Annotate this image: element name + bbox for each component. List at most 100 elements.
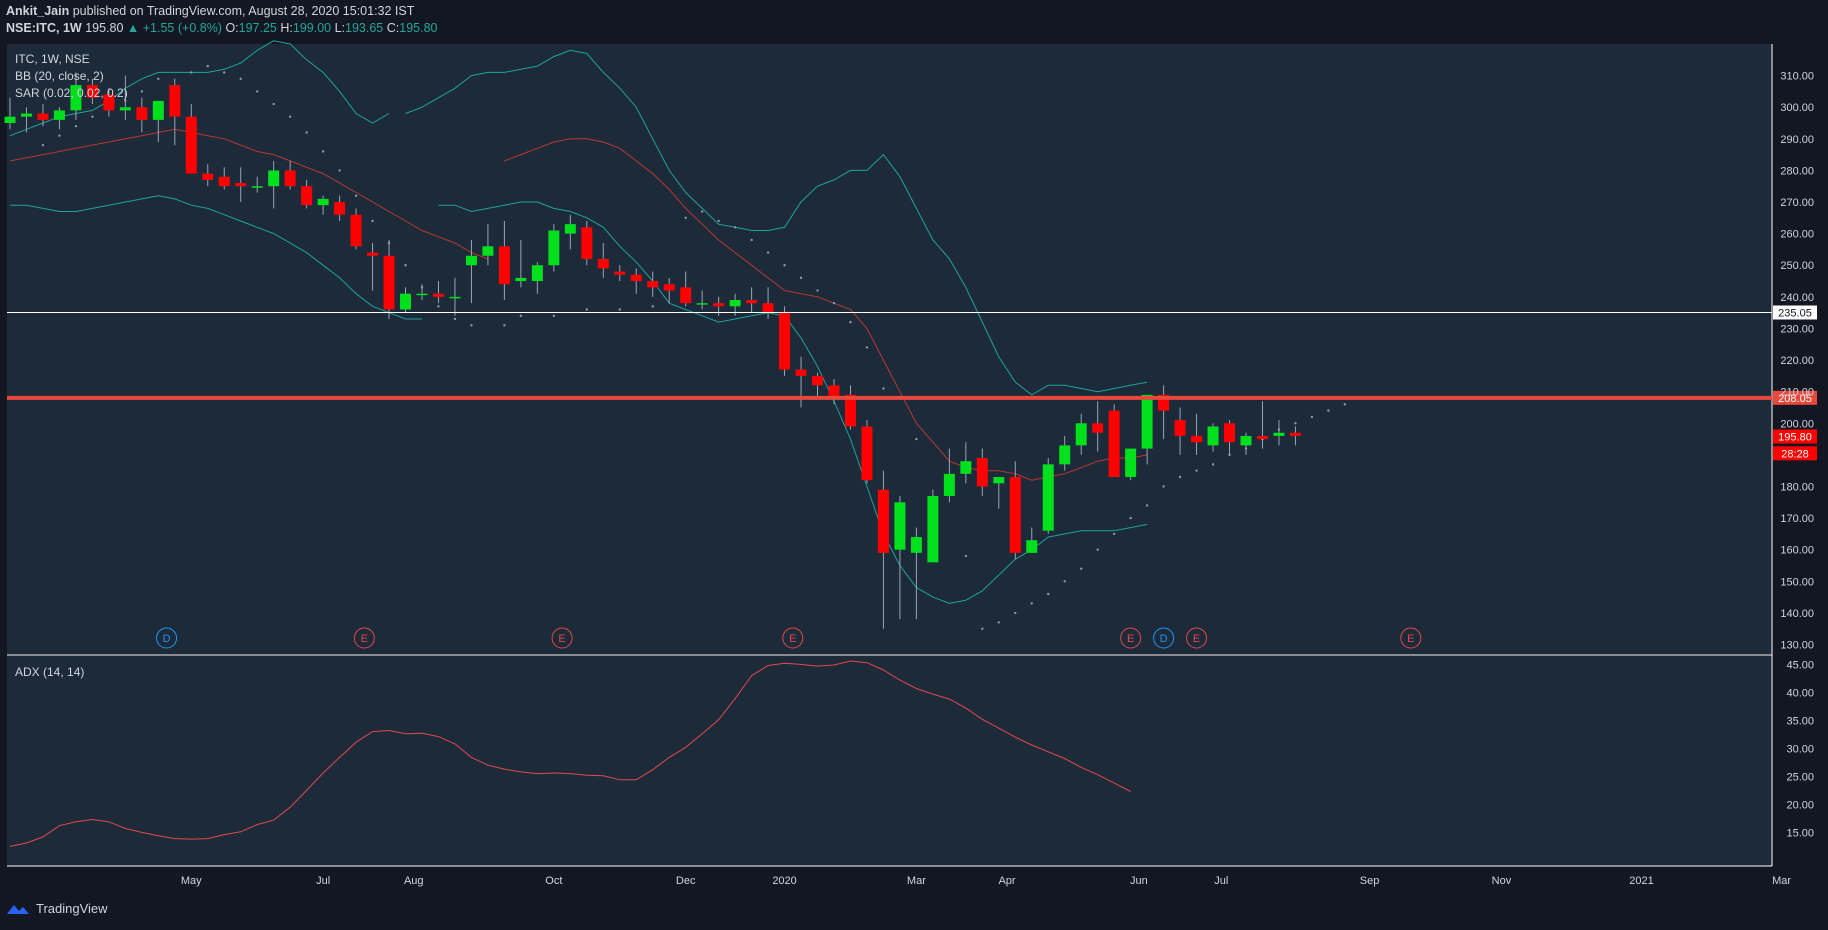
candle[interactable] bbox=[746, 300, 758, 304]
candle[interactable] bbox=[1240, 435, 1252, 446]
candle[interactable] bbox=[1042, 464, 1054, 531]
candle[interactable] bbox=[943, 473, 955, 496]
chart-canvas[interactable]: 235.05208.05310.00300.00290.00280.00270.… bbox=[0, 0, 1828, 900]
candle[interactable] bbox=[581, 227, 593, 259]
candle[interactable] bbox=[647, 281, 659, 288]
candle[interactable] bbox=[1224, 423, 1236, 443]
event-marker-label: D bbox=[163, 633, 171, 645]
candle[interactable] bbox=[976, 458, 988, 487]
candle[interactable] bbox=[301, 186, 313, 206]
sar-dot bbox=[997, 621, 1000, 624]
candle[interactable] bbox=[531, 265, 543, 282]
candle[interactable] bbox=[1075, 423, 1087, 446]
candle[interactable] bbox=[1289, 432, 1301, 436]
candle[interactable] bbox=[37, 113, 49, 120]
candle[interactable] bbox=[383, 255, 395, 310]
sar-dot bbox=[585, 308, 588, 311]
candle[interactable] bbox=[795, 369, 807, 376]
tradingview-logo-icon bbox=[7, 904, 29, 914]
candle[interactable] bbox=[993, 477, 1005, 484]
candle[interactable] bbox=[449, 296, 461, 299]
candle[interactable] bbox=[630, 274, 642, 282]
time-axis-tick: 2021 bbox=[1629, 875, 1653, 887]
candle[interactable] bbox=[960, 461, 972, 474]
candle[interactable] bbox=[1256, 435, 1268, 440]
candle[interactable] bbox=[317, 198, 329, 206]
sar-dot bbox=[321, 150, 325, 153]
candle[interactable] bbox=[4, 116, 16, 124]
bb-upper-line bbox=[405, 49, 1148, 396]
candle[interactable] bbox=[927, 495, 939, 563]
candle[interactable] bbox=[202, 173, 214, 180]
candle[interactable] bbox=[515, 277, 527, 282]
candle[interactable] bbox=[762, 303, 774, 313]
candle[interactable] bbox=[119, 107, 131, 111]
sar-dot bbox=[305, 131, 308, 134]
candle[interactable] bbox=[350, 214, 362, 247]
candle[interactable] bbox=[1174, 420, 1186, 436]
legend-adx[interactable]: ADX (14, 14) bbox=[15, 665, 84, 679]
legend-sar[interactable]: SAR (0.02, 0.02, 0.2) bbox=[15, 86, 128, 100]
sar-dot bbox=[700, 210, 704, 213]
event-marker-label: E bbox=[1407, 633, 1414, 645]
candle[interactable] bbox=[894, 502, 906, 550]
candle[interactable] bbox=[367, 252, 379, 256]
candle[interactable] bbox=[1059, 445, 1071, 465]
sar-dot bbox=[618, 308, 621, 311]
sar-dot bbox=[1063, 580, 1066, 583]
candle[interactable] bbox=[1009, 477, 1021, 553]
candle[interactable] bbox=[169, 85, 181, 117]
candle[interactable] bbox=[1125, 448, 1137, 478]
candle[interactable] bbox=[812, 375, 824, 386]
candle[interactable] bbox=[696, 303, 708, 305]
candle[interactable] bbox=[1207, 426, 1219, 446]
sar-dot bbox=[91, 115, 94, 118]
candle[interactable] bbox=[482, 246, 494, 256]
candle[interactable] bbox=[20, 113, 32, 117]
tradingview-brand[interactable]: TradingView bbox=[6, 901, 108, 916]
candle[interactable] bbox=[614, 271, 626, 275]
candle[interactable] bbox=[284, 170, 296, 187]
candle[interactable] bbox=[663, 284, 675, 291]
candle[interactable] bbox=[1191, 435, 1203, 443]
candle[interactable] bbox=[713, 303, 725, 307]
candle[interactable] bbox=[136, 107, 148, 120]
candle[interactable] bbox=[152, 100, 164, 120]
sar-dot bbox=[882, 387, 885, 390]
candle[interactable] bbox=[416, 293, 428, 296]
adx-axis-tick: 40.00 bbox=[1786, 687, 1814, 699]
candle[interactable] bbox=[465, 255, 477, 266]
candle[interactable] bbox=[53, 110, 65, 120]
candle[interactable] bbox=[251, 186, 263, 188]
candle[interactable] bbox=[185, 116, 197, 174]
candle[interactable] bbox=[564, 224, 576, 234]
sar-dot bbox=[503, 324, 506, 327]
candle[interactable] bbox=[1273, 432, 1285, 436]
candle[interactable] bbox=[334, 202, 346, 215]
candle[interactable] bbox=[548, 230, 560, 266]
candle[interactable] bbox=[432, 293, 444, 297]
candle[interactable] bbox=[680, 287, 692, 304]
candle[interactable] bbox=[1026, 540, 1038, 553]
candle[interactable] bbox=[268, 170, 280, 187]
time-axis-tick: Mar bbox=[907, 875, 926, 887]
candle[interactable] bbox=[400, 293, 412, 310]
sar-dot bbox=[1162, 485, 1165, 488]
candle[interactable] bbox=[1141, 394, 1153, 449]
sar-dot bbox=[750, 238, 753, 242]
candle[interactable] bbox=[910, 537, 922, 553]
sar-dot bbox=[717, 219, 720, 223]
legend-bb[interactable]: BB (20, close, 2) bbox=[15, 69, 104, 83]
candle[interactable] bbox=[729, 300, 741, 307]
candle[interactable] bbox=[877, 489, 889, 553]
price-axis-tick: 280.00 bbox=[1780, 165, 1814, 177]
candle[interactable] bbox=[779, 312, 791, 370]
candle[interactable] bbox=[218, 176, 230, 187]
candle[interactable] bbox=[1108, 410, 1120, 478]
candle[interactable] bbox=[1092, 423, 1104, 433]
candle[interactable] bbox=[861, 426, 873, 481]
price-axis-tick: 230.00 bbox=[1780, 323, 1814, 335]
candle[interactable] bbox=[498, 246, 510, 285]
candle[interactable] bbox=[597, 258, 609, 269]
candle[interactable] bbox=[235, 183, 247, 187]
